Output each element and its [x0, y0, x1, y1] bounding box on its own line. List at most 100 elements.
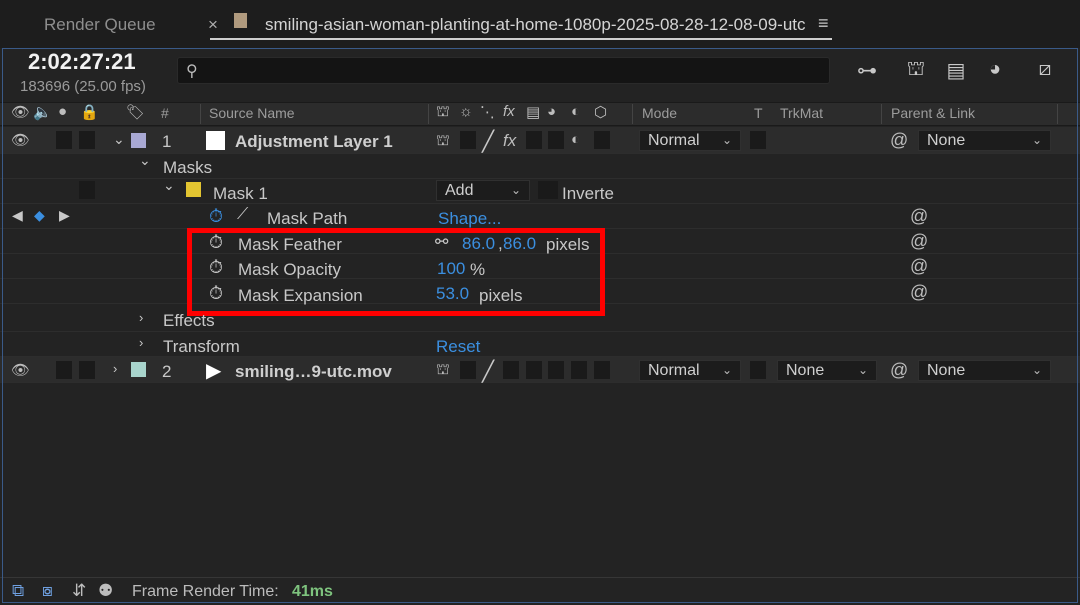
column-source-name[interactable]: Source Name — [209, 105, 295, 121]
in-out-toggle-icon[interactable]: ⇵ — [72, 581, 86, 601]
twirl-closed-icon[interactable]: › — [139, 335, 143, 350]
solo-icon: ● — [58, 103, 68, 120]
stopwatch-active-icon[interactable]: ⏱ — [209, 206, 223, 227]
shy-icon: ⛫ — [436, 103, 450, 120]
solo-switch[interactable] — [56, 131, 72, 149]
quality-switch-icon[interactable]: ╱ — [482, 359, 494, 384]
frame-blend-switch[interactable] — [526, 361, 542, 379]
mask-color-swatch[interactable] — [186, 182, 201, 197]
pickwhip-icon[interactable]: @ — [910, 206, 928, 227]
transform-group-row[interactable] — [0, 332, 1080, 357]
layer-name[interactable]: Adjustment Layer 1 — [235, 132, 393, 152]
collapse-switch[interactable] — [460, 131, 476, 149]
render-time-toggle-icon[interactable]: ⚉ — [98, 581, 113, 601]
pickwhip-icon[interactable]: @ — [890, 130, 908, 151]
twirl-open-icon[interactable]: ⌄ — [113, 131, 125, 148]
tab-composition[interactable]: smiling-asian-woman-planting-at-home-108… — [265, 15, 806, 35]
mask-name[interactable]: Mask 1 — [213, 184, 268, 204]
layer-label-swatch[interactable] — [131, 362, 146, 377]
keyframe-diamond-icon[interactable]: ◆ — [34, 207, 45, 224]
pickwhip-icon[interactable]: @ — [910, 231, 928, 252]
preserve-transparency-switch[interactable] — [750, 361, 766, 379]
motion-blur-icon[interactable]: ◕ — [980, 58, 1010, 81]
column-trkmat[interactable]: TrkMat — [780, 105, 823, 121]
panel-menu-icon[interactable]: ≡ — [818, 13, 829, 34]
motion-blur-switch[interactable] — [548, 131, 564, 149]
pickwhip-icon[interactable]: @ — [890, 360, 908, 381]
modes-toggle-icon[interactable]: ⧇ — [42, 581, 53, 601]
collapse-switch[interactable] — [460, 361, 476, 379]
column-divider — [1057, 104, 1058, 124]
visibility-eye-icon[interactable]: 👁 — [11, 361, 30, 379]
effect-switch-icon[interactable]: fx — [503, 131, 516, 151]
adjustment-col-icon: ◐ — [571, 103, 581, 120]
twirl-closed-icon[interactable]: › — [139, 310, 143, 325]
current-time-display[interactable]: 2:02:27:21 — [28, 49, 136, 75]
close-tab-button[interactable]: × — [208, 15, 218, 35]
layer-index: 2 — [162, 362, 172, 381]
3d-switch[interactable] — [594, 131, 610, 149]
mask-lock-switch[interactable] — [79, 181, 95, 199]
layer-name[interactable]: smiling…9-utc.mov — [235, 362, 392, 382]
mask-path-value[interactable]: Shape... — [438, 209, 501, 229]
visibility-eye-icon[interactable]: 👁 — [11, 131, 30, 149]
effects-group-row[interactable] — [0, 307, 1080, 332]
tab-render-queue[interactable]: Render Queue — [44, 15, 156, 35]
frame-render-time-label: Frame Render Time: — [132, 583, 279, 600]
fx-icon: fx — [503, 103, 515, 120]
chevron-down-icon: ⌄ — [857, 363, 868, 377]
pickwhip-icon[interactable]: @ — [910, 282, 928, 303]
shy-switch-icon[interactable]: ⛫ — [436, 132, 450, 151]
lock-switch[interactable] — [79, 131, 95, 149]
label-tag-icon: 🏷 — [126, 104, 146, 121]
frame-blend-col-icon: ▤ — [526, 104, 541, 121]
adjustment-switch[interactable] — [571, 361, 587, 379]
comp-color-swatch — [234, 13, 247, 28]
effect-switch[interactable] — [503, 361, 519, 379]
shy-switch-icon[interactable]: ⛫ — [436, 361, 450, 380]
search-input[interactable]: ⚲ — [177, 57, 830, 84]
masks-group-row[interactable] — [0, 154, 1080, 179]
3d-layer-icon: ⬡ — [594, 104, 608, 121]
preserve-transparency-switch[interactable] — [750, 131, 766, 149]
mask-inverted-checkbox[interactable] — [538, 181, 558, 199]
parent-dropdown[interactable]: None ⌄ — [918, 130, 1051, 151]
blend-mode-dropdown[interactable]: Normal ⌄ — [639, 130, 741, 151]
layer-switches-toggle-icon[interactable]: ⧉ — [12, 581, 24, 601]
twirl-open-icon[interactable]: ⌄ — [139, 152, 151, 169]
twirl-closed-icon[interactable]: › — [113, 361, 117, 376]
3d-switch[interactable] — [594, 361, 610, 379]
search-icon: ⚲ — [186, 63, 198, 80]
blend-mode-dropdown[interactable]: Normal ⌄ — [639, 360, 741, 381]
motion-blur-switch[interactable] — [548, 361, 564, 379]
lock-switch[interactable] — [79, 361, 95, 379]
parent-dropdown[interactable]: None ⌄ — [918, 360, 1051, 381]
column-divider — [428, 104, 429, 124]
mask-mode-dropdown[interactable]: Add ⌄ — [436, 180, 530, 201]
transform-label: Transform — [163, 337, 240, 356]
graph-icon[interactable]: ⟋ — [237, 206, 248, 224]
layer-index: 1 — [162, 132, 172, 151]
column-parent-link[interactable]: Parent & Link — [891, 105, 975, 121]
quality-switch-icon[interactable]: ╱ — [482, 129, 494, 154]
frame-blending-icon[interactable]: ▤ — [941, 58, 971, 83]
twirl-open-icon[interactable]: ⌄ — [163, 177, 175, 194]
comp-flowchart-icon[interactable]: ⊶ — [852, 58, 882, 83]
solo-switch[interactable] — [56, 361, 72, 379]
adjustment-switch-icon[interactable]: ◐ — [571, 131, 580, 148]
draft-3d-icon[interactable]: ⛫ — [901, 58, 931, 83]
column-t: T — [754, 105, 763, 121]
transform-reset-link[interactable]: Reset — [436, 337, 480, 357]
previous-keyframe-icon[interactable]: ◀ — [12, 207, 23, 224]
collapse-icon: ☼ — [459, 103, 473, 120]
lock-icon: 🔒 — [80, 104, 99, 121]
frame-blend-switch[interactable] — [526, 131, 542, 149]
next-keyframe-icon[interactable]: ▶ — [59, 207, 70, 224]
column-mode[interactable]: Mode — [642, 105, 677, 121]
layer-label-swatch[interactable] — [131, 133, 146, 148]
track-matte-dropdown[interactable]: None ⌄ — [777, 360, 877, 381]
graph-editor-icon[interactable]: ⧄ — [1030, 58, 1060, 81]
video-eye-icon: 👁 — [11, 104, 31, 121]
pickwhip-icon[interactable]: @ — [910, 256, 928, 277]
frame-render-time-value: 41ms — [292, 583, 333, 600]
